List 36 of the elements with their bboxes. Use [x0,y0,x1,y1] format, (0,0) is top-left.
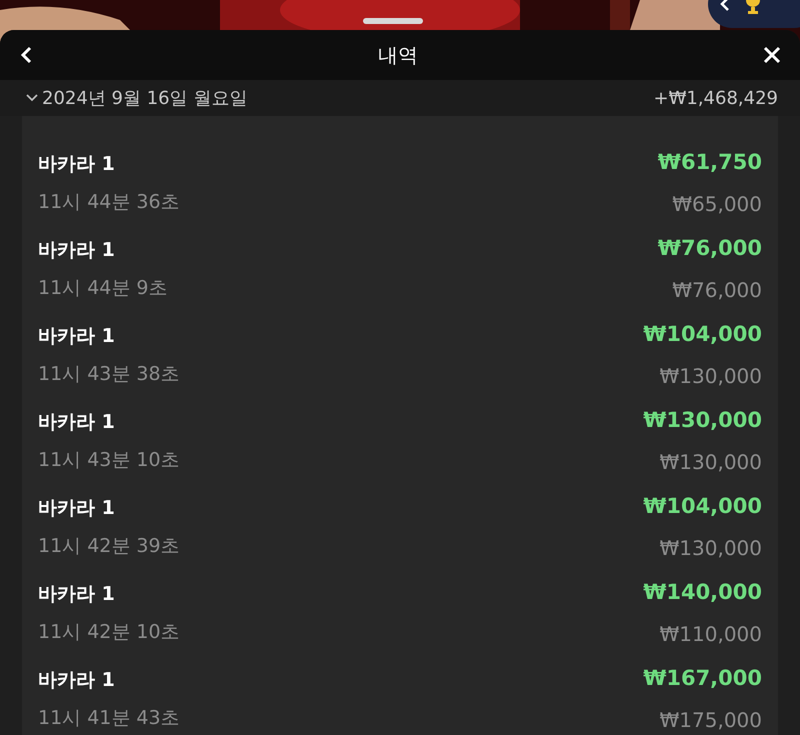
close-icon [763,46,781,64]
chevron-down-icon [26,94,38,102]
drag-handle[interactable] [363,18,423,24]
bet-time: 11시 44분 9초 [38,276,168,301]
bet-amount: ₩175,000 [660,706,762,734]
day-date: 2024년 9월 16일 월요일 [42,86,248,110]
game-name: 바카라 1 [38,324,116,348]
payout-amount: ₩61,750 [658,149,762,176]
bet-amount: ₩130,000 [660,534,762,562]
payout-amount: ₩167,000 [643,665,762,692]
sheet-title: 내역 [378,42,418,69]
game-name: 바카라 1 [38,668,116,692]
chevron-left-icon [20,46,32,64]
game-name: 바카라 1 [38,582,116,606]
bet-time: 11시 43분 10초 [38,448,180,473]
bet-time: 11시 44분 36초 [38,190,180,215]
bet-time: 11시 42분 39초 [38,534,180,559]
bet-amount: ₩130,000 [660,362,762,390]
payout-amount: ₩130,000 [643,407,762,434]
day-total: +₩1,468,429 [654,86,778,110]
payout-amount: ₩76,000 [658,235,762,262]
bet-amount: ₩65,000 [672,190,762,218]
payout-amount: ₩104,000 [643,321,762,348]
bet-time: 11시 42분 10초 [38,620,180,645]
chevron-left-icon [720,0,730,12]
bet-time: 11시 43분 38초 [38,362,180,387]
bet-amount: ₩76,000 [672,276,762,304]
bet-time: 11시 41분 43초 [38,706,180,731]
payout-amount: ₩140,000 [643,579,762,606]
game-name: 바카라 1 [38,238,116,262]
game-name: 바카라 1 [38,410,116,434]
bet-amount: ₩130,000 [660,448,762,476]
game-name: 바카라 1 [38,152,116,176]
game-name: 바카라 1 [38,496,116,520]
payout-amount: ₩104,000 [643,493,762,520]
bet-amount: ₩110,000 [660,620,762,648]
